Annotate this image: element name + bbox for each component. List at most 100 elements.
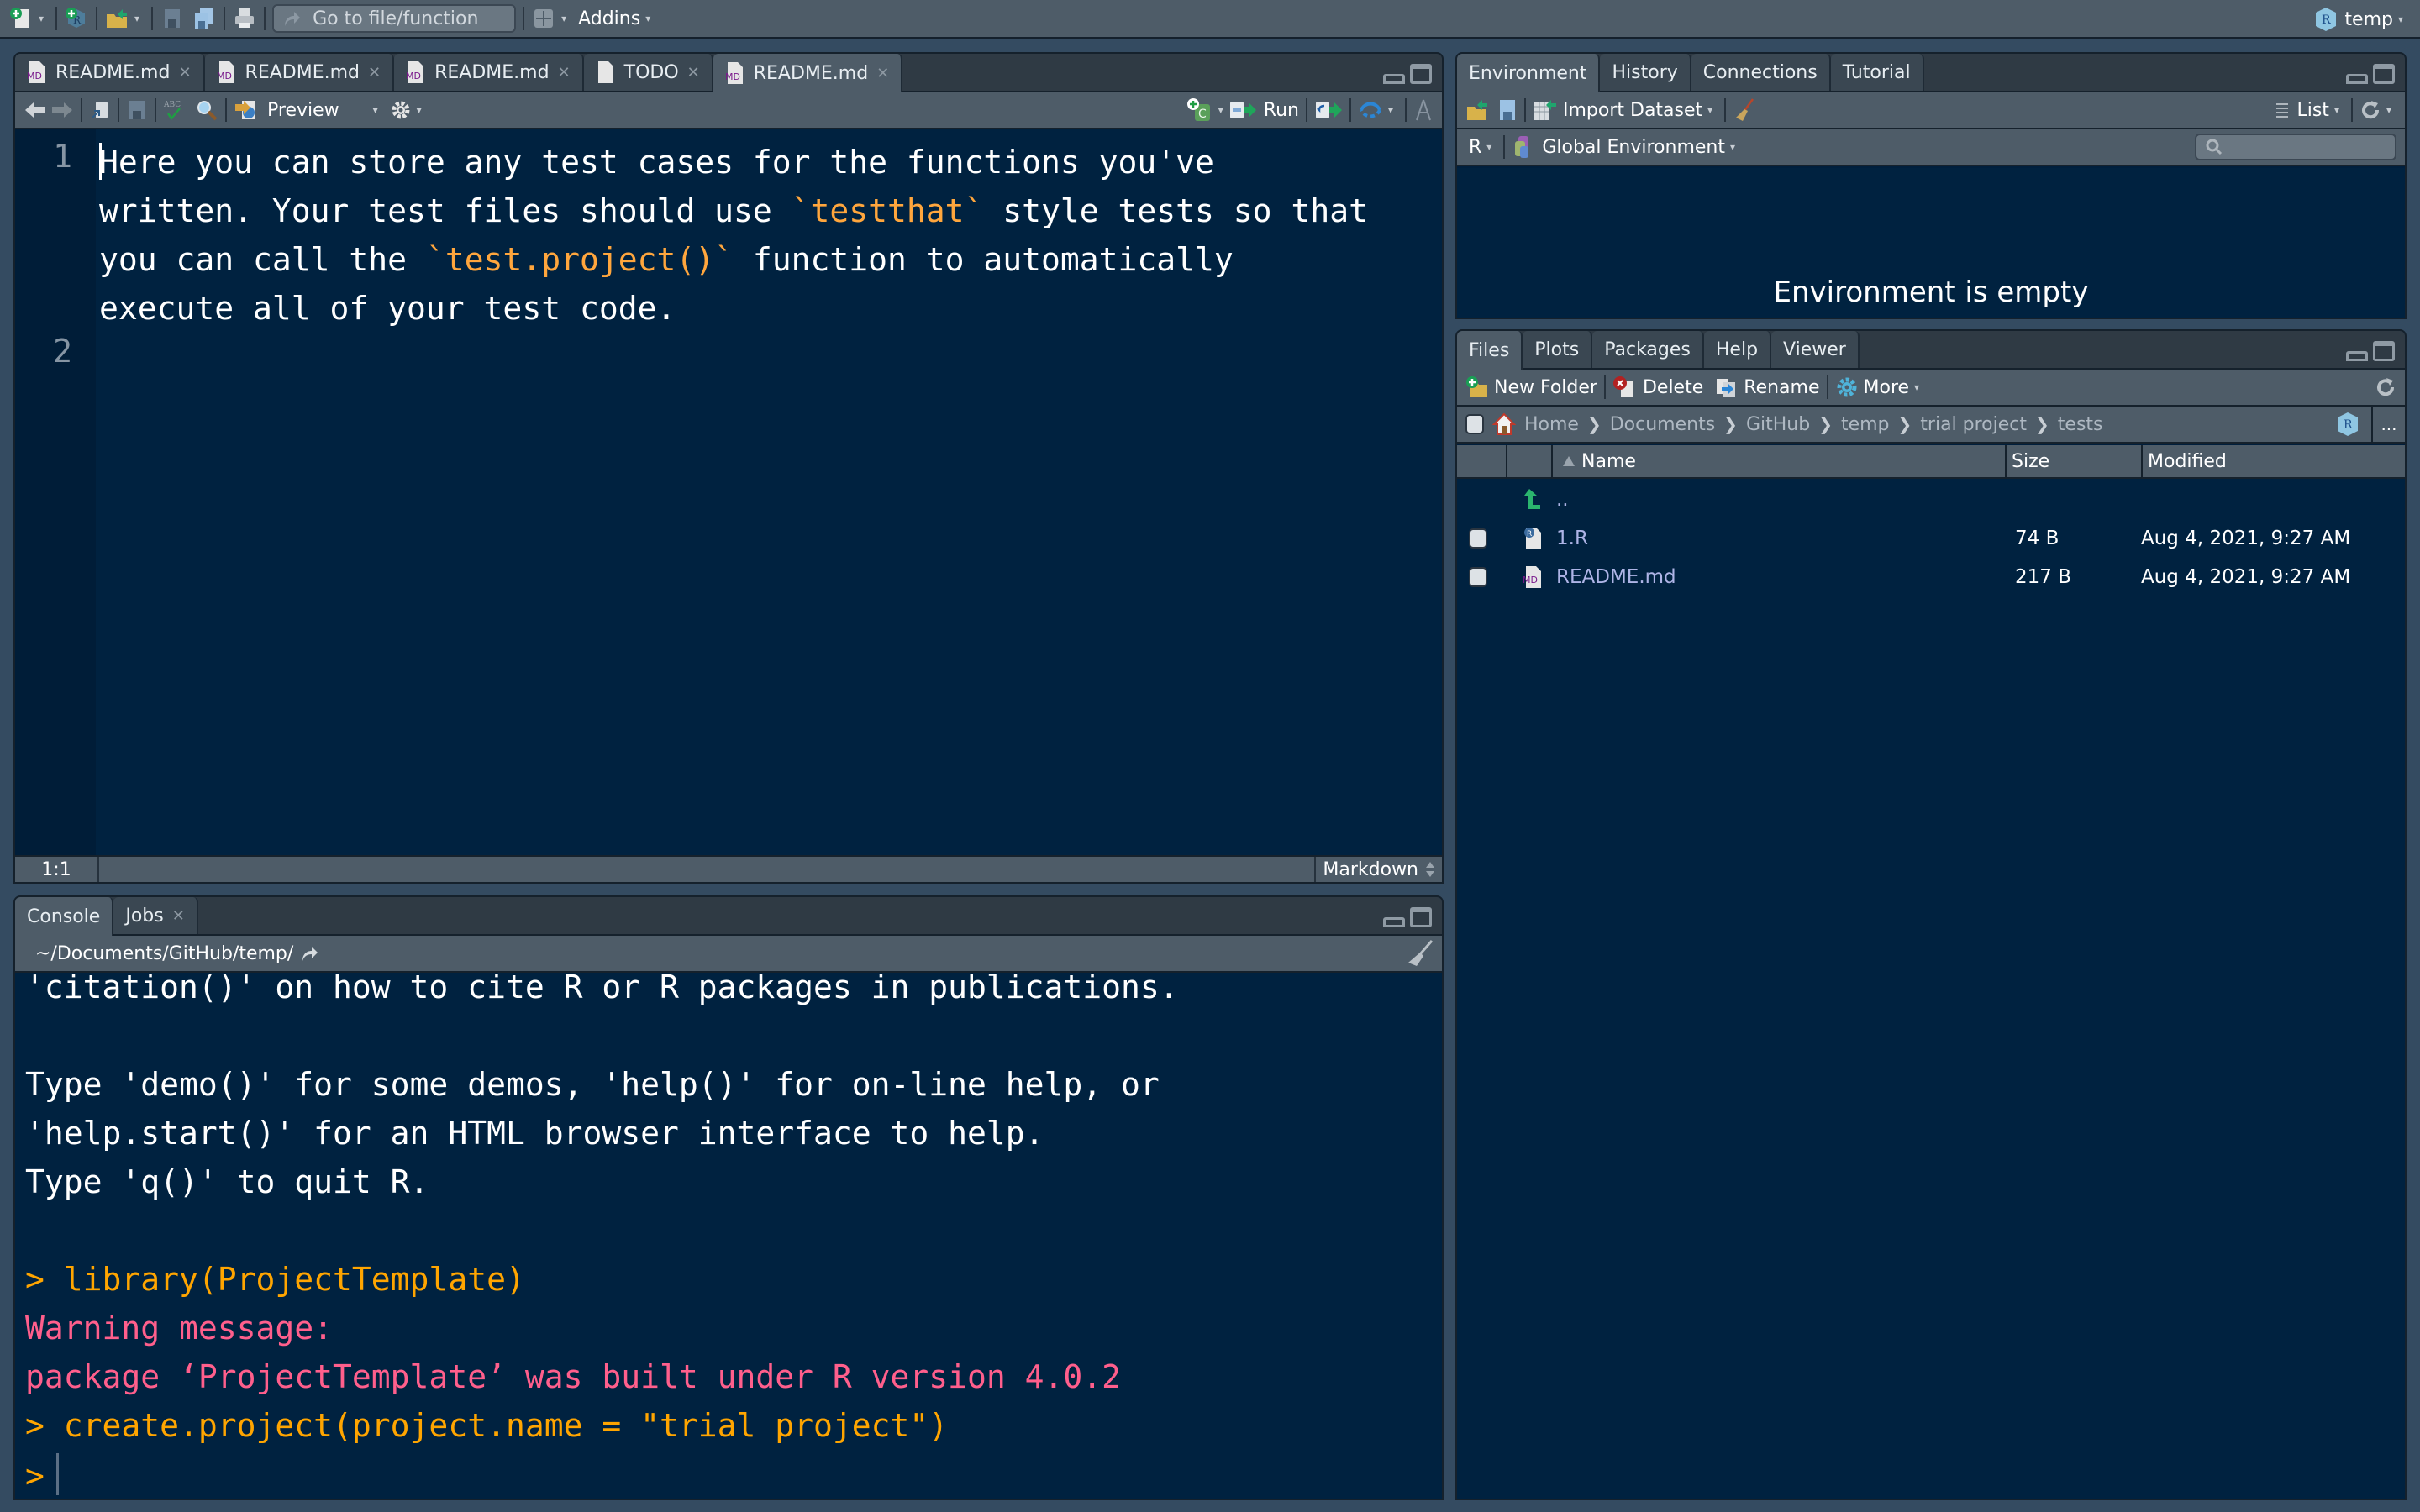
new-file-dropdown-icon[interactable]: ▾ [39, 13, 44, 24]
workspace-panes-icon[interactable] [531, 6, 556, 31]
tab-console[interactable]: Console [15, 897, 114, 936]
format-icon[interactable] [1413, 98, 1434, 122]
addins-menu[interactable]: Addins [578, 8, 640, 29]
addins-dropdown-icon[interactable]: ▾ [645, 13, 650, 24]
parent-directory-row[interactable]: .. [1457, 480, 2405, 519]
refresh-icon[interactable] [2360, 99, 2381, 121]
gear-icon[interactable] [390, 99, 412, 121]
gear-dropdown-icon[interactable]: ▾ [417, 104, 422, 116]
cursor-position[interactable]: 1:1 [15, 857, 99, 882]
editor-tab-active[interactable]: MD README.md ✕ [713, 54, 903, 92]
preview-button[interactable]: Preview [267, 100, 339, 121]
close-tab-icon[interactable]: ✕ [687, 64, 700, 81]
minimize-pane-icon[interactable] [2346, 351, 2368, 361]
workspace-panes-dropdown-icon[interactable]: ▾ [561, 13, 566, 24]
file-checkbox[interactable] [1469, 567, 1487, 587]
language-dropdown-icon[interactable]: ▾ [1486, 141, 1491, 153]
spellcheck-icon[interactable]: ABC [163, 98, 187, 122]
save-file-icon[interactable] [126, 99, 148, 121]
minimize-pane-icon[interactable] [2346, 74, 2368, 84]
tab-connections[interactable]: Connections [1691, 54, 1831, 91]
back-arrow-icon[interactable] [24, 100, 47, 120]
language-selector[interactable]: R [1469, 137, 1481, 158]
tab-viewer[interactable]: Viewer [1771, 331, 1860, 368]
file-checkbox[interactable] [1469, 528, 1487, 549]
console-prompt[interactable]: > [25, 1452, 59, 1499]
maximize-pane-icon[interactable] [2373, 341, 2395, 361]
clear-workspace-broom-icon[interactable] [1733, 97, 1756, 123]
console-output[interactable]: 'citation()' on how to cite R or R packa… [15, 973, 1442, 1499]
more-button[interactable]: More ▾ [1835, 375, 1925, 399]
close-tab-icon[interactable]: ✕ [178, 64, 191, 81]
delete-button[interactable]: Delete [1612, 375, 1703, 399]
project-menu[interactable]: R temp ▾ [2314, 0, 2408, 39]
home-icon[interactable] [1492, 412, 1516, 436]
print-icon[interactable] [232, 6, 257, 31]
environment-scope-dropdown-icon[interactable]: ▾ [1730, 141, 1735, 153]
breadcrumb-github[interactable]: GitHub [1746, 414, 1810, 435]
tab-environment[interactable]: Environment [1457, 54, 1601, 92]
close-tab-icon[interactable]: ✕ [368, 64, 381, 81]
save-workspace-icon[interactable] [1497, 98, 1518, 122]
maximize-pane-icon[interactable] [2373, 64, 2395, 84]
refresh-dropdown-icon[interactable]: ▾ [2386, 104, 2391, 116]
import-dataset-button[interactable]: Import Dataset [1563, 100, 1702, 121]
source-icon[interactable] [1358, 99, 1383, 121]
tab-history[interactable]: History [1600, 54, 1691, 91]
insert-chunk-dropdown-icon[interactable]: ▾ [1218, 104, 1223, 116]
breadcrumb-home[interactable]: Home [1524, 414, 1579, 435]
preview-dropdown-icon[interactable]: ▾ [373, 104, 378, 116]
tab-tutorial[interactable]: Tutorial [1830, 54, 1924, 91]
view-mode-dropdown-icon[interactable]: ▾ [2334, 104, 2339, 116]
tab-files[interactable]: Files [1457, 331, 1523, 370]
tab-help[interactable]: Help [1703, 331, 1772, 368]
modified-column-header[interactable]: Modified [2143, 445, 2405, 477]
breadcrumb-temp[interactable]: temp [1841, 414, 1890, 435]
environment-scope-selector[interactable]: Global Environment [1542, 137, 1725, 158]
close-tab-icon[interactable]: ✕ [172, 907, 185, 925]
clear-console-broom-icon[interactable] [1405, 939, 1434, 968]
file-name-link[interactable]: README.md [1556, 566, 1676, 588]
editor-tab[interactable]: MD README.md ✕ [394, 54, 584, 91]
file-type-selector[interactable]: Markdown [1314, 857, 1442, 882]
minimize-pane-icon[interactable] [1383, 74, 1405, 84]
maximize-pane-icon[interactable] [1410, 64, 1432, 84]
find-replace-icon[interactable] [195, 98, 218, 122]
open-file-icon[interactable] [104, 6, 129, 31]
go-to-file-function-input[interactable]: Go to file/function [272, 4, 517, 33]
breadcrumb-tests[interactable]: tests [2058, 414, 2103, 435]
load-workspace-icon[interactable] [1465, 98, 1491, 122]
open-file-dropdown-icon[interactable]: ▾ [134, 13, 139, 24]
tab-plots[interactable]: Plots [1523, 331, 1593, 368]
forward-arrow-icon[interactable] [50, 100, 74, 120]
save-all-icon[interactable] [192, 6, 217, 31]
select-all-checkbox[interactable] [1465, 414, 1484, 434]
r-project-icon[interactable]: R [2336, 411, 2360, 438]
minimize-pane-icon[interactable] [1383, 917, 1405, 927]
editor-text[interactable]: Here you can store any test cases for th… [99, 138, 1434, 333]
go-to-directory-button[interactable]: ... [2371, 406, 2405, 443]
tab-packages[interactable]: Packages [1592, 331, 1704, 368]
close-tab-icon[interactable]: ✕ [558, 64, 571, 81]
close-tab-icon[interactable]: ✕ [876, 65, 889, 82]
tab-jobs[interactable]: Jobs ✕ [113, 897, 198, 934]
rerun-icon[interactable] [1314, 99, 1343, 121]
editor-tab[interactable]: TODO ✕ [583, 54, 713, 91]
file-name-link[interactable]: 1.R [1556, 528, 1588, 549]
new-file-icon[interactable] [8, 6, 34, 31]
size-column-header[interactable]: Size [2007, 445, 2143, 477]
maximize-pane-icon[interactable] [1410, 907, 1432, 927]
parent-directory-link[interactable]: .. [1556, 489, 1569, 511]
editor-body[interactable]: 1 2 Here you can store any test cases fo… [15, 129, 1442, 855]
source-dropdown-icon[interactable]: ▾ [1388, 104, 1393, 116]
rename-button[interactable]: Rename [1715, 375, 1820, 399]
environment-search-input[interactable] [2195, 134, 2396, 160]
new-project-icon[interactable]: R [64, 6, 89, 31]
editor-tab[interactable]: MD README.md ✕ [15, 54, 205, 91]
run-button[interactable]: Run [1264, 100, 1299, 121]
new-folder-button[interactable]: New Folder [1465, 375, 1597, 399]
breadcrumb-documents[interactable]: Documents [1610, 414, 1715, 435]
view-mode-selector[interactable]: List [2296, 100, 2328, 121]
save-icon[interactable] [160, 6, 185, 31]
refresh-files-icon[interactable] [2375, 376, 2396, 398]
